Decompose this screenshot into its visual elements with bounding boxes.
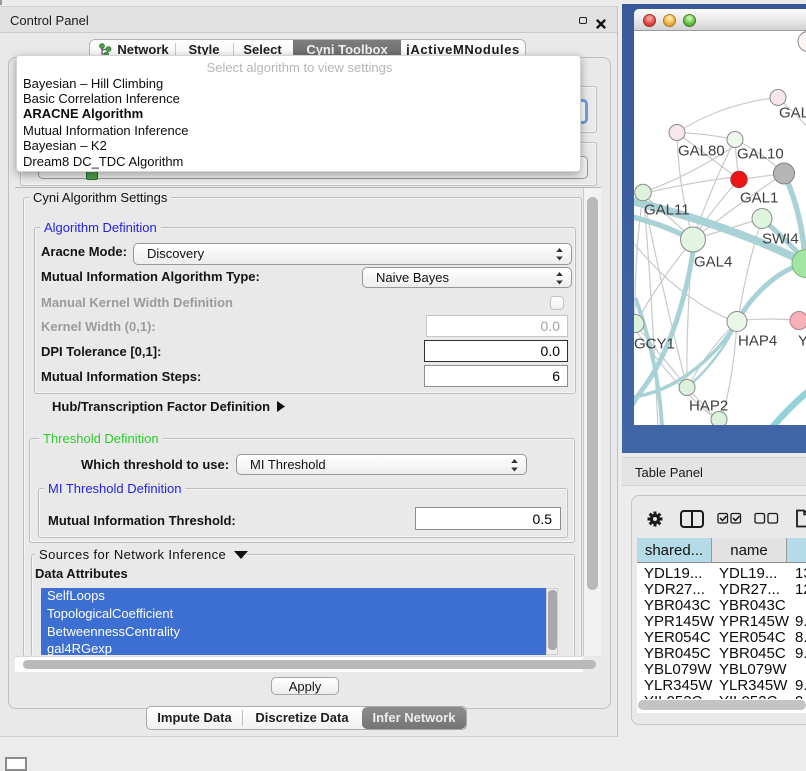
svg-text:GAL11: GAL11 (644, 202, 690, 219)
svg-text:SWI4: SWI4 (762, 231, 799, 248)
svg-text:GCY1: GCY1 (634, 336, 675, 353)
svg-text:GAL80: GAL80 (678, 143, 725, 160)
svg-text:HAP2: HAP2 (689, 398, 728, 415)
svg-text:GAL1: GAL1 (740, 190, 778, 207)
svg-text:GAL4: GAL4 (694, 254, 732, 271)
svg-text:HAP4: HAP4 (738, 333, 777, 350)
svg-text:GAL: GAL (779, 105, 806, 122)
svg-text:Y: Y (798, 333, 806, 350)
svg-text:GAL10: GAL10 (737, 146, 784, 163)
